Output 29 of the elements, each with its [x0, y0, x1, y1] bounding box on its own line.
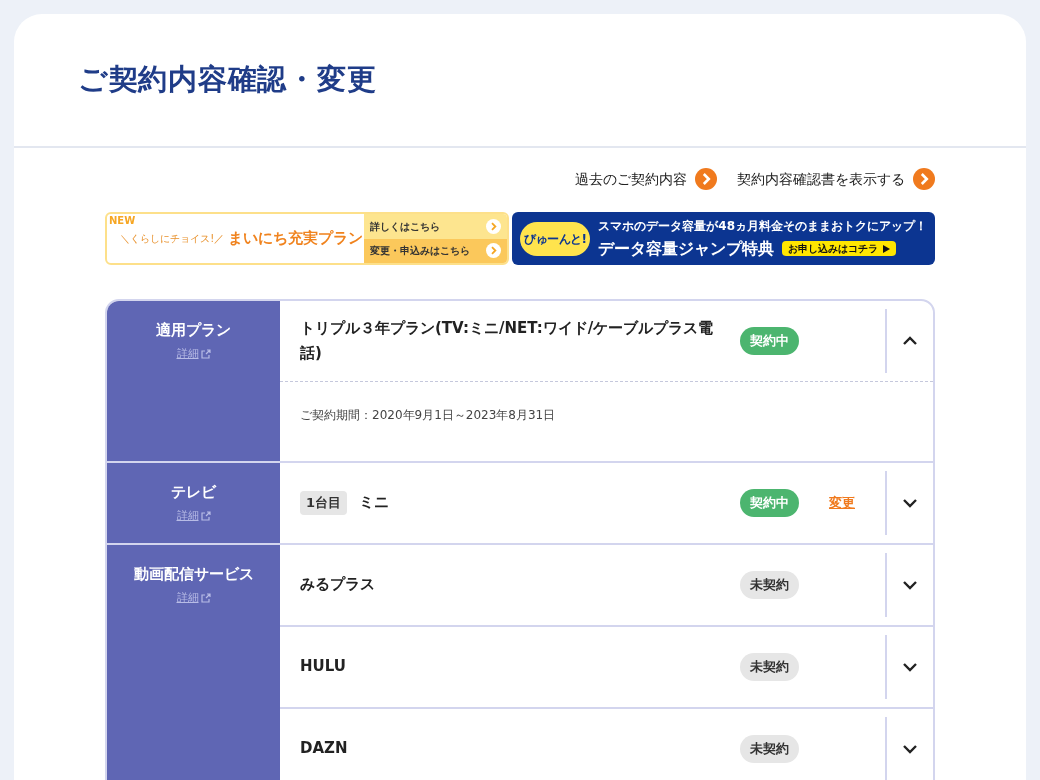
- banner-button[interactable]: 変更・申込みはこちら: [364, 238, 508, 263]
- text-link[interactable]: 契約内容確認書を表示する: [737, 168, 935, 190]
- plan-name: HULU: [300, 656, 347, 678]
- banner-card[interactable]: NEW ＼くらしにチョイス!／ まいにち充実プラン 詳しくはこちら 変更・申込みはこちら: [105, 212, 510, 265]
- banner-title: データ容量ジャンプ特典: [598, 237, 775, 260]
- section-label: 動画配信サービス: [133, 564, 254, 585]
- section-label: 適用プラン: [156, 320, 231, 341]
- status-badge: 未契約: [739, 653, 799, 681]
- plan-name: DAZN: [300, 738, 349, 760]
- status-badge: 未契約: [739, 735, 799, 763]
- page-title: ご契約内容確認・変更: [78, 61, 377, 99]
- contract-period: ご契約期間：2020年9月1日～2023年8月31日: [300, 408, 556, 422]
- banner-card[interactable]: びゅーんと! スマホのデータ容量が48ヵ月料金そのままおトクにアップ！ データ容量ジャンプ特典 お申し込みはコチラ: [512, 212, 935, 265]
- speech-bubble: びゅーんと!: [520, 221, 591, 256]
- unit-tag: 1台目: [300, 491, 348, 515]
- banner-title: まいにち充実プラン: [228, 228, 364, 250]
- status-badge: 契約中: [739, 327, 799, 355]
- banner-tagline: ＼くらしにチョイス!／: [120, 232, 225, 246]
- plan-name: みるプラス: [300, 574, 376, 596]
- text-link[interactable]: 過去のご契約内容: [575, 168, 717, 190]
- status-badge: 未契約: [739, 571, 799, 599]
- plan-name: ミニ: [359, 492, 391, 514]
- section-label: テレビ: [171, 482, 216, 503]
- plan-name: トリプル３年プラン(TV:ミニ/NET:ワイド/ケーブルプラス電話): [300, 317, 715, 364]
- new-label: NEW: [109, 216, 136, 226]
- apply-button[interactable]: お申し込みはコチラ: [782, 241, 897, 256]
- status-badge: 契約中: [739, 489, 799, 517]
- banner-headline: スマホのデータ容量が48ヵ月料金そのままおトクにアップ！: [598, 217, 927, 235]
- banner-button[interactable]: 詳しくはこちら: [364, 214, 508, 239]
